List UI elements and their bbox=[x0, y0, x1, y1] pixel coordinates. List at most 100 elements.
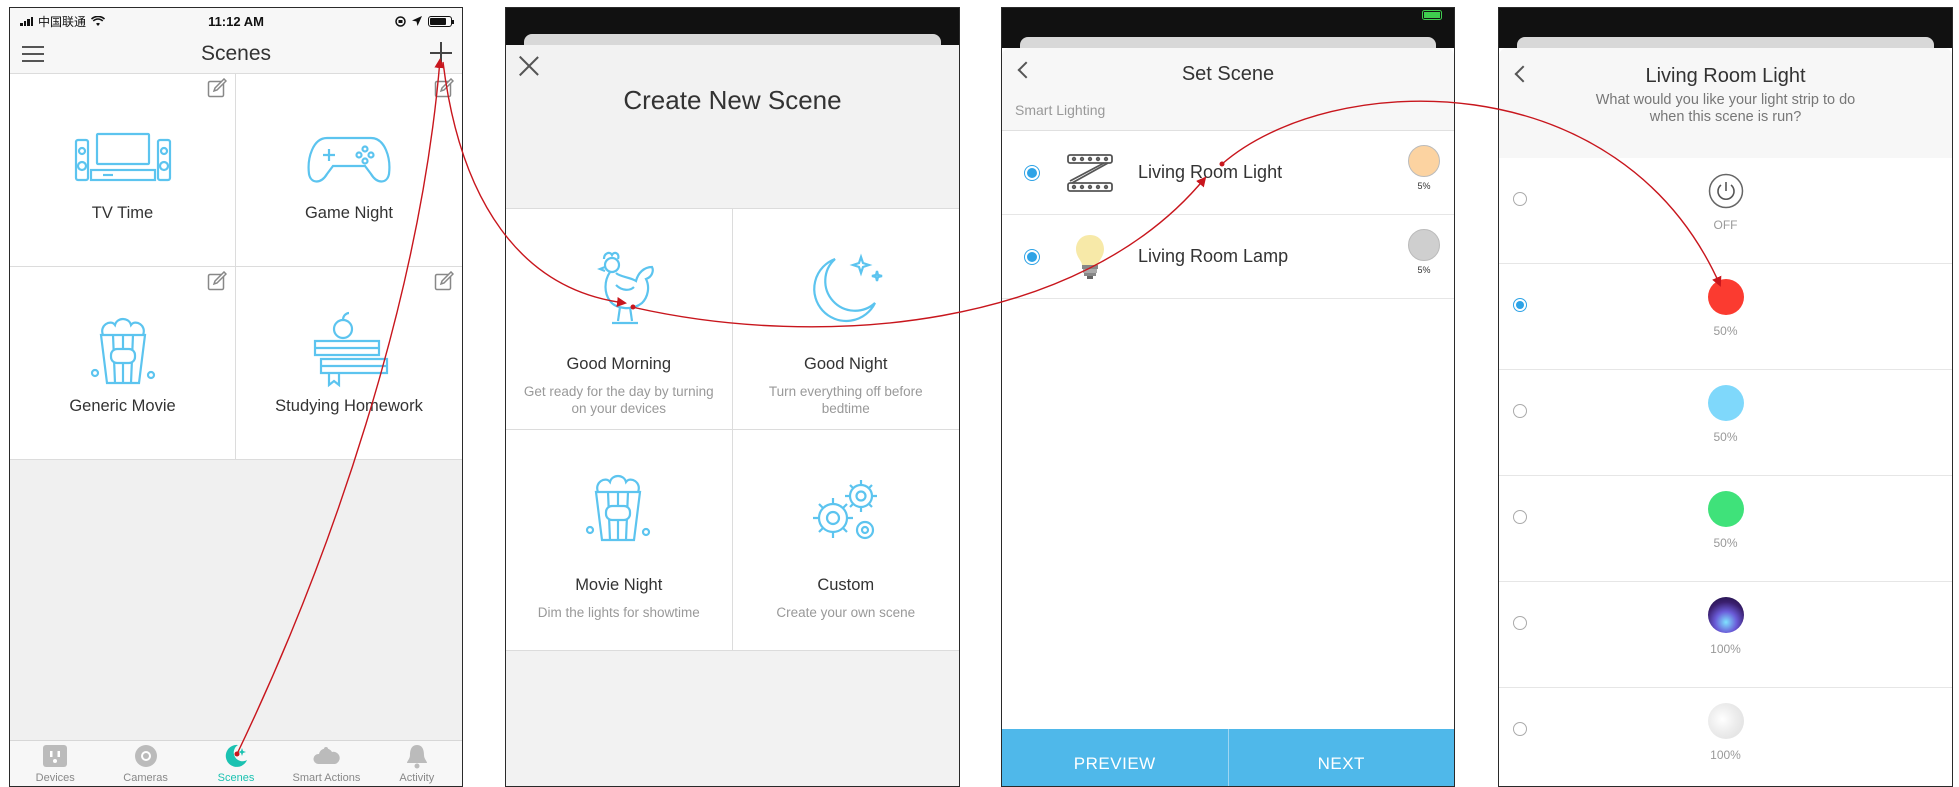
device-name: Living Room Light bbox=[1138, 162, 1283, 182]
scene-card-generic-movie[interactable]: Generic Movie bbox=[10, 267, 236, 460]
device-row-living-room-light[interactable]: Living Room Light 5% bbox=[1002, 131, 1454, 215]
option-row-aurora[interactable]: 100% bbox=[1499, 582, 1952, 688]
screenshot-stage: 中国联通 11:12 AM Scenes TV Time Game Night … bbox=[0, 0, 1959, 787]
device-radio[interactable] bbox=[1024, 164, 1040, 181]
action-bar: PREVIEW NEXT bbox=[1002, 729, 1454, 786]
page-title: Living Room Light bbox=[1645, 65, 1806, 87]
next-button[interactable]: NEXT bbox=[1229, 729, 1455, 786]
add-scene-button[interactable] bbox=[430, 42, 452, 64]
battery-icon bbox=[1422, 10, 1442, 20]
swatch-color bbox=[1408, 229, 1440, 261]
template-description: Create your own scene bbox=[776, 605, 916, 620]
back-icon[interactable] bbox=[1017, 61, 1035, 79]
create-scene-modal: Create New Scene Good Morning Get ready … bbox=[506, 45, 959, 786]
popcorn-icon bbox=[90, 317, 155, 385]
device-row-living-room-lamp[interactable]: Living Room Lamp 5% bbox=[1002, 215, 1454, 299]
template-good-morning[interactable]: Good Morning Get ready for the day by tu… bbox=[506, 209, 733, 430]
moon-stars-icon bbox=[812, 253, 883, 323]
page-title: Scenes bbox=[200, 41, 272, 65]
tab-label: Devices bbox=[35, 772, 75, 784]
option-value: OFF bbox=[1713, 218, 1738, 232]
edit-icon[interactable] bbox=[207, 271, 227, 291]
wifi-icon bbox=[91, 15, 106, 26]
rotation-lock-icon bbox=[395, 15, 406, 27]
scene-label: Studying Homework bbox=[275, 397, 423, 415]
scenes-screen: 中国联通 11:12 AM Scenes TV Time Game Night … bbox=[9, 7, 463, 787]
modal-title: Create New Scene bbox=[623, 85, 842, 115]
tab-cameras[interactable]: Cameras bbox=[100, 741, 190, 786]
signal-icon bbox=[20, 16, 33, 26]
edit-icon[interactable] bbox=[207, 78, 227, 98]
tab-smart-actions[interactable]: Smart Actions bbox=[281, 741, 371, 786]
template-description: Turn everything off before bedtime bbox=[768, 384, 923, 416]
page-title: Set Scene bbox=[1181, 62, 1275, 85]
option-value: 50% bbox=[1713, 536, 1738, 550]
template-name: Movie Night bbox=[575, 576, 663, 594]
tab-devices[interactable]: Devices bbox=[10, 741, 100, 786]
template-good-night[interactable]: Good Night Turn everything off before be… bbox=[732, 209, 959, 430]
template-description: Dim the lights for showtime bbox=[537, 605, 700, 620]
template-name: Good Night bbox=[804, 355, 888, 373]
tab-activity[interactable]: Activity bbox=[372, 741, 462, 786]
brightness-value: 5% bbox=[1417, 181, 1431, 191]
color-swatch[interactable]: 5% bbox=[1408, 145, 1440, 191]
color-circle bbox=[1707, 279, 1744, 315]
scene-card-tv-time[interactable]: TV Time bbox=[10, 74, 236, 267]
cloud-icon bbox=[313, 747, 341, 764]
camera-icon bbox=[134, 745, 157, 767]
option-row-blue[interactable]: 50% bbox=[1499, 370, 1952, 476]
tv-icon bbox=[74, 132, 171, 182]
scene-label: Generic Movie bbox=[69, 397, 176, 415]
option-value: 100% bbox=[1710, 748, 1741, 762]
gamepad-icon bbox=[307, 136, 391, 183]
preview-button[interactable]: PREVIEW bbox=[1002, 729, 1229, 786]
option-value: 100% bbox=[1710, 642, 1741, 656]
set-scene-screen: Set Scene Smart Lighting Living Room Lig… bbox=[1001, 7, 1455, 787]
option-value: 50% bbox=[1713, 430, 1738, 444]
modal-backdrop bbox=[506, 8, 959, 46]
tab-label: Activity bbox=[399, 772, 435, 784]
template-movie-night[interactable]: Movie Night Dim the lights for showtime bbox=[506, 430, 733, 651]
device-radio[interactable] bbox=[1024, 248, 1040, 265]
tab-bar: Devices Cameras Scenes Smart Actions Act… bbox=[10, 740, 462, 786]
tab-label: Scenes bbox=[217, 772, 255, 784]
option-row-effect[interactable]: 100% bbox=[1499, 688, 1952, 786]
location-icon bbox=[412, 16, 422, 26]
template-description: Get ready for the day by turning on your… bbox=[523, 384, 714, 416]
modal-backdrop bbox=[1002, 8, 1454, 49]
carrier-label: 中国联通 bbox=[38, 14, 87, 29]
scene-label: TV Time bbox=[91, 204, 154, 222]
gears-icon bbox=[812, 480, 877, 540]
option-row-green[interactable]: 50% bbox=[1499, 476, 1952, 582]
section-header: Smart Lighting bbox=[1002, 86, 1454, 131]
aurora-effect-icon bbox=[1707, 597, 1744, 633]
scene-card-game-night[interactable]: Game Night bbox=[236, 74, 462, 267]
brightness-value: 5% bbox=[1417, 265, 1431, 275]
status-bar: 中国联通 11:12 AM bbox=[10, 8, 462, 34]
device-name: Living Room Lamp bbox=[1138, 246, 1289, 266]
light-settings-modal: Living Room Light What would you like yo… bbox=[1499, 48, 1952, 786]
close-icon[interactable] bbox=[518, 55, 540, 77]
moon-icon bbox=[225, 744, 248, 767]
tab-scenes[interactable]: Scenes bbox=[191, 741, 281, 786]
bell-icon bbox=[406, 745, 427, 769]
template-name: Custom bbox=[817, 576, 875, 594]
edit-icon[interactable] bbox=[434, 78, 454, 98]
bulb-icon bbox=[1076, 234, 1104, 279]
scene-card-studying-homework[interactable]: Studying Homework bbox=[236, 267, 462, 460]
scene-label: Game Night bbox=[304, 204, 394, 222]
edit-icon[interactable] bbox=[434, 271, 454, 291]
tab-label: Smart Actions bbox=[292, 772, 361, 784]
option-row-red[interactable]: 50% bbox=[1499, 264, 1952, 370]
option-row-off[interactable]: OFF bbox=[1499, 158, 1952, 264]
swatch-color bbox=[1408, 145, 1440, 177]
color-swatch[interactable]: 5% bbox=[1408, 229, 1440, 275]
popcorn-icon bbox=[585, 474, 650, 542]
battery-icon bbox=[428, 15, 454, 27]
menu-icon[interactable] bbox=[22, 46, 44, 62]
set-scene-modal: Set Scene Smart Lighting Living Room Lig… bbox=[1002, 48, 1454, 786]
template-custom[interactable]: Custom Create your own scene bbox=[732, 430, 959, 651]
create-scene-screen: Create New Scene Good Morning Get ready … bbox=[505, 7, 960, 787]
status-time: 11:12 AM bbox=[208, 13, 264, 29]
template-name: Good Morning bbox=[566, 355, 672, 373]
